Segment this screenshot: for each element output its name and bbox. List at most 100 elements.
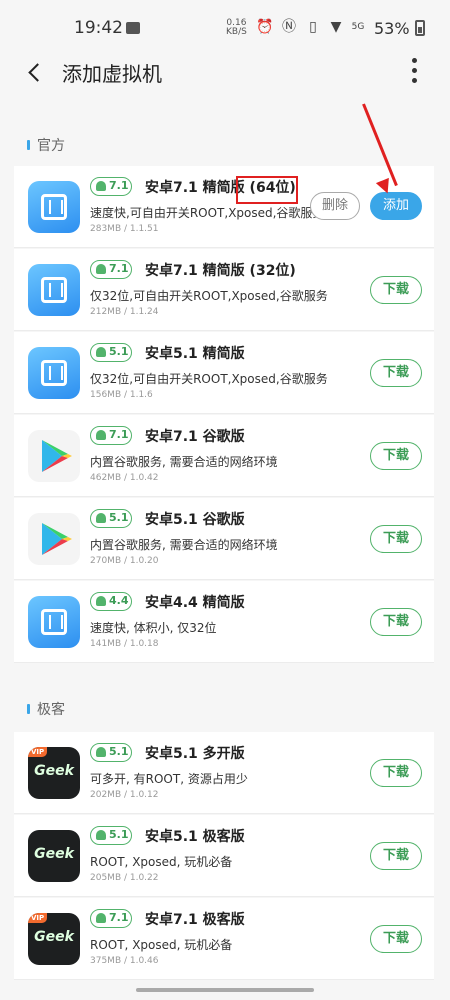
download-button[interactable]: 下载 <box>370 276 422 304</box>
app-meta: 141MB / 1.0.18 <box>90 639 159 649</box>
google-play-icon <box>28 513 80 565</box>
geek-logo: Geek <box>34 846 74 862</box>
network-speed-unit: KB/S <box>226 27 247 37</box>
network-type: 5G <box>351 22 365 32</box>
download-button[interactable]: 下载 <box>370 442 422 470</box>
version-badge: 5.1 <box>90 509 132 528</box>
app-meta: 283MB / 1.1.51 <box>90 224 159 234</box>
home-indicator[interactable] <box>136 988 314 992</box>
android-icon <box>96 830 106 840</box>
version-text: 5.1 <box>109 828 129 841</box>
download-button[interactable]: 下载 <box>370 608 422 636</box>
geek-logo: Geek <box>34 763 74 779</box>
app-meta: 202MB / 1.0.12 <box>90 790 159 800</box>
vibrate-icon: ▯ <box>309 19 317 35</box>
version-text: 5.1 <box>109 511 129 524</box>
app-description: ROOT, Xposed, 玩机必备 <box>90 855 233 869</box>
list-item[interactable]: 7.1 安卓7.1 谷歌版 内置谷歌服务, 需要合适的网络环境 462MB / … <box>14 415 434 497</box>
version-badge: 7.1 <box>90 177 132 196</box>
version-text: 7.1 <box>109 262 129 275</box>
android-icon <box>96 347 106 357</box>
battery-percent: 53% <box>374 19 410 38</box>
app-name: 安卓4.4 精简版 <box>145 595 245 611</box>
alarm-icon: ⏰ <box>256 19 274 35</box>
app-meta: 212MB / 1.1.24 <box>90 307 159 317</box>
status-time: 19:42 <box>74 18 123 38</box>
gallery-notification-icon <box>126 22 140 34</box>
delete-button[interactable]: 删除 <box>310 192 360 220</box>
version-badge: 5.1 <box>90 343 132 362</box>
list-item[interactable]: 5.1 安卓5.1 谷歌版 内置谷歌服务, 需要合适的网络环境 270MB / … <box>14 498 434 580</box>
geek-logo: Geek <box>34 929 74 945</box>
list-item[interactable]: 7.1 安卓7.1 精简版 (64位) 速度快,可自由开关ROOT,Xposed… <box>14 166 434 248</box>
more-options-icon[interactable] <box>404 56 424 86</box>
app-meta: 205MB / 1.0.22 <box>90 873 159 883</box>
version-text: 7.1 <box>109 179 129 192</box>
android-icon <box>96 181 106 191</box>
app-description: 内置谷歌服务, 需要合适的网络环境 <box>90 455 278 469</box>
android-icon <box>96 430 106 440</box>
version-text: 7.1 <box>109 428 129 441</box>
download-button[interactable]: 下载 <box>370 525 422 553</box>
section-header-geek: 极客 <box>0 690 450 730</box>
section-label: 极客 <box>37 702 65 718</box>
battery-icon <box>415 20 425 36</box>
title-bar: 添加虚拟机 <box>0 46 450 102</box>
version-text: 5.1 <box>109 745 129 758</box>
nfc-icon: Ⓝ <box>282 19 296 35</box>
signal-icon: 5G <box>350 19 366 35</box>
network-speed: 0.16 KB/S <box>226 19 247 37</box>
download-button[interactable]: 下载 <box>370 842 422 870</box>
app-description: 速度快, 体积小, 仅32位 <box>90 621 217 635</box>
wifi-icon: ▼ <box>330 19 342 35</box>
app-name: 安卓5.1 多开版 <box>145 746 245 762</box>
list-item[interactable]: 7.1 安卓7.1 精简版 (32位) 仅32位,可自由开关ROOT,Xpose… <box>14 249 434 331</box>
google-play-icon <box>28 430 80 482</box>
section-marker <box>27 140 30 150</box>
version-badge: 4.4 <box>90 592 132 611</box>
app-name: 安卓7.1 极客版 <box>145 912 245 928</box>
app-meta: 270MB / 1.0.20 <box>90 556 159 566</box>
version-badge: 5.1 <box>90 743 132 762</box>
android-icon <box>96 596 106 606</box>
app-name: 安卓7.1 精简版 (32位) <box>145 263 296 279</box>
version-text: 5.1 <box>109 345 129 358</box>
list-item[interactable]: VIP Geek 7.1 安卓7.1 极客版 ROOT, Xposed, 玩机必… <box>14 898 434 980</box>
list-item[interactable]: Geek 5.1 安卓5.1 极客版 ROOT, Xposed, 玩机必备 20… <box>14 815 434 897</box>
version-badge: 7.1 <box>90 260 132 279</box>
list-item[interactable]: 4.4 安卓4.4 精简版 速度快, 体积小, 仅32位 141MB / 1.0… <box>14 581 434 663</box>
version-badge: 5.1 <box>90 826 132 845</box>
geek-icon: VIP Geek <box>28 747 80 799</box>
vip-badge: VIP <box>28 913 48 923</box>
geek-icon: Geek <box>28 830 80 882</box>
list-item[interactable]: VIP Geek 5.1 安卓5.1 多开版 可多开, 有ROOT, 资源占用少… <box>14 732 434 814</box>
version-text: 7.1 <box>109 911 129 924</box>
add-button[interactable]: 添加 <box>370 192 422 220</box>
app-description: 内置谷歌服务, 需要合适的网络环境 <box>90 538 278 552</box>
version-text: 4.4 <box>109 594 129 607</box>
section-marker <box>27 704 30 714</box>
version-badge: 7.1 <box>90 426 132 445</box>
section-header-official: 官方 <box>0 126 450 166</box>
app-description: ROOT, Xposed, 玩机必备 <box>90 938 233 952</box>
app-name: 安卓5.1 谷歌版 <box>145 512 245 528</box>
download-button[interactable]: 下载 <box>370 759 422 787</box>
download-button[interactable]: 下载 <box>370 925 422 953</box>
app-name: 安卓7.1 谷歌版 <box>145 429 245 445</box>
app-description: 可多开, 有ROOT, 资源占用少 <box>90 772 248 786</box>
vm-cube-icon <box>28 347 80 399</box>
app-name: 安卓5.1 极客版 <box>145 829 245 845</box>
android-icon <box>96 913 106 923</box>
app-meta: 375MB / 1.0.46 <box>90 956 159 966</box>
section-label: 官方 <box>37 138 65 154</box>
version-badge: 7.1 <box>90 909 132 928</box>
download-button[interactable]: 下载 <box>370 359 422 387</box>
annotation-highlight-box <box>236 176 298 204</box>
app-meta: 156MB / 1.1.6 <box>90 390 153 400</box>
geek-icon: VIP Geek <box>28 913 80 965</box>
app-description: 仅32位,可自由开关ROOT,Xposed,谷歌服务 <box>90 372 328 386</box>
android-icon <box>96 513 106 523</box>
back-icon[interactable] <box>22 58 50 86</box>
list-item[interactable]: 5.1 安卓5.1 精简版 仅32位,可自由开关ROOT,Xposed,谷歌服务… <box>14 332 434 414</box>
app-description: 仅32位,可自由开关ROOT,Xposed,谷歌服务 <box>90 289 328 303</box>
